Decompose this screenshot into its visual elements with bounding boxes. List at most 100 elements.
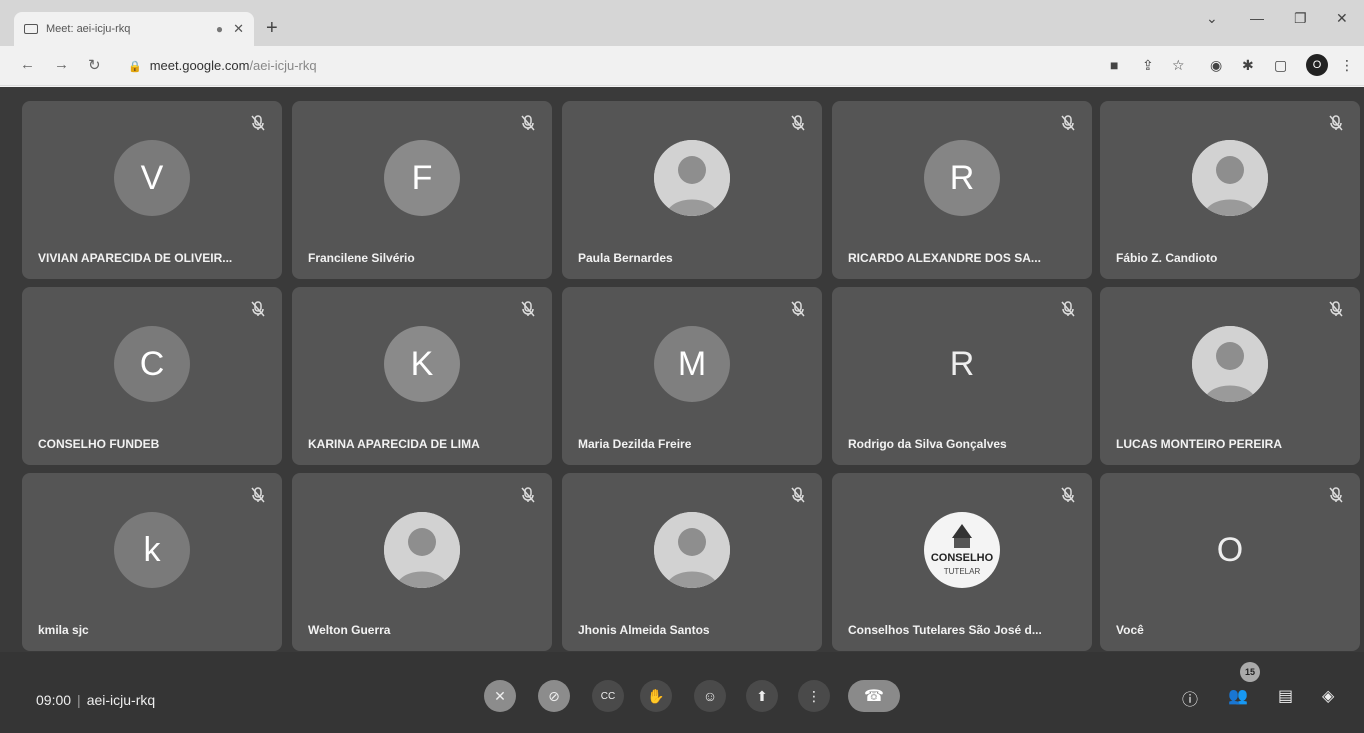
participant-tile[interactable]: R RICARDO ALEXANDRE DOS SA... <box>832 101 1092 279</box>
participant-photo-avatar <box>1192 326 1268 402</box>
raise-hand-button[interactable]: ✋ <box>640 680 672 712</box>
new-tab-button[interactable]: + <box>266 18 278 38</box>
participant-avatar: V <box>114 140 190 216</box>
participant-name: Fábio Z. Candioto <box>1116 251 1218 265</box>
url-host: meet.google.com <box>149 58 250 73</box>
mic-muted-icon <box>1326 113 1346 133</box>
participant-tile[interactable]: K KARINA APARECIDA DE LIMA <box>292 287 552 465</box>
participant-name: KARINA APARECIDA DE LIMA <box>308 437 480 451</box>
mic-muted-icon <box>788 299 808 319</box>
people-icon[interactable]: 👥 <box>1228 686 1248 706</box>
camera-button[interactable]: ⊘ <box>538 680 570 712</box>
phone-hangup-icon: ☎ <box>864 688 884 705</box>
meeting-time: 09:00 <box>36 692 72 708</box>
end-call-button[interactable]: ☎ <box>848 680 900 712</box>
participant-tile[interactable]: O Você <box>1100 473 1360 651</box>
svg-text:TUTELAR: TUTELAR <box>944 567 981 576</box>
activities-icon[interactable]: ◈ <box>1322 686 1334 706</box>
captions-button[interactable]: CC <box>592 680 624 712</box>
browser-tab-bar: Meet: aei-icju-rkq ● ✕ + ⌄ — ❐ ✕ <box>0 0 1364 46</box>
participant-logo-avatar: CONSELHO TUTELAR <box>924 512 1000 588</box>
participant-avatar: R <box>949 344 975 383</box>
present-icon: ⬆ <box>756 687 768 704</box>
meeting-details-icon[interactable]: ⓘ <box>1182 686 1198 710</box>
emoji-icon: ☺ <box>702 688 718 704</box>
participant-tile[interactable]: C CONSELHO FUNDEB <box>22 287 282 465</box>
url-field[interactable]: 🔒 meet.google.com/aei-icju-rkq <box>128 58 317 73</box>
participant-tile[interactable]: k kmila sjc <box>22 473 282 651</box>
back-button[interactable]: ← <box>20 56 35 73</box>
participant-name: VIVIAN APARECIDA DE OLIVEIR... <box>38 251 233 265</box>
participant-name: CONSELHO FUNDEB <box>38 437 160 451</box>
participant-tile[interactable]: Paula Bernardes <box>562 101 822 279</box>
meeting-stage: V VIVIAN APARECIDA DE OLIVEIR... F Francile… <box>0 87 1364 733</box>
mic-muted-icon <box>1326 299 1346 319</box>
extensions-puzzle-icon[interactable]: ✱ <box>1242 57 1254 74</box>
participant-avatar: R <box>924 140 1000 216</box>
participant-tile[interactable]: LUCAS MONTEIRO PEREIRA <box>1100 287 1360 465</box>
close-tab-icon[interactable]: ✕ <box>233 21 244 37</box>
participant-name: Francilene Silvério <box>308 251 415 265</box>
participant-avatar: M <box>654 326 730 402</box>
participant-tile[interactable]: F Francilene Silvério <box>292 101 552 279</box>
participant-avatar: k <box>114 512 190 588</box>
participant-tile[interactable]: R Rodrigo da Silva Gonçalves <box>832 287 1092 465</box>
participant-photo-avatar <box>384 512 460 588</box>
participant-tile[interactable]: V VIVIAN APARECIDA DE OLIVEIR... <box>22 101 282 279</box>
share-icon[interactable]: ⇪ <box>1142 57 1154 74</box>
mic-muted-icon <box>788 485 808 505</box>
participant-name: Maria Dezilda Freire <box>578 437 692 451</box>
browser-menu-icon[interactable]: ⋮ <box>1340 57 1354 74</box>
tab-title: Meet: aei-icju-rkq <box>46 23 131 35</box>
bookmark-star-icon[interactable]: ☆ <box>1172 57 1185 74</box>
mic-muted-icon <box>248 299 268 319</box>
participant-avatar: F <box>384 140 460 216</box>
mic-muted-icon <box>518 485 538 505</box>
participant-tile[interactable]: Welton Guerra <box>292 473 552 651</box>
participant-photo-avatar <box>654 140 730 216</box>
meeting-info-separator: | <box>77 692 81 708</box>
present-button[interactable]: ⬆ <box>746 680 778 712</box>
participant-photo-avatar <box>654 512 730 588</box>
more-options-button[interactable]: ⋮ <box>798 680 830 712</box>
camera-indicator-icon[interactable]: ■ <box>1110 57 1118 73</box>
participant-photo-avatar <box>1192 140 1268 216</box>
participant-tile[interactable]: Fábio Z. Candioto <box>1100 101 1360 279</box>
browser-tab[interactable]: Meet: aei-icju-rkq ● ✕ <box>14 12 254 46</box>
mic-muted-icon <box>518 113 538 133</box>
hand-icon: ✋ <box>647 687 665 704</box>
mic-muted-icon <box>1058 299 1078 319</box>
forward-button[interactable]: → <box>54 56 69 73</box>
more-vert-icon: ⋮ <box>807 687 821 704</box>
mic-muted-icon <box>1326 485 1346 505</box>
mic-button[interactable]: ✕ <box>484 680 516 712</box>
mic-muted-icon <box>1058 113 1078 133</box>
close-window-button[interactable]: ✕ <box>1336 10 1348 27</box>
recording-indicator-icon: ● <box>215 22 224 36</box>
participant-tile[interactable]: CONSELHO TUTELAR Conselhos Tutelares São J… <box>832 473 1092 651</box>
minimize-button[interactable]: — <box>1250 10 1264 26</box>
mic-muted-icon <box>788 113 808 133</box>
tab-search-icon[interactable]: ⌄ <box>1206 10 1218 27</box>
chat-icon[interactable]: ▤ <box>1278 686 1293 706</box>
participant-avatar: K <box>384 326 460 402</box>
extension-icon[interactable]: ◉ <box>1210 57 1222 74</box>
participant-name: LUCAS MONTEIRO PEREIRA <box>1116 437 1283 451</box>
participant-name: Conselhos Tutelares São José d... <box>848 623 1042 637</box>
participant-name: RICARDO ALEXANDRE DOS SA... <box>848 251 1041 265</box>
participant-tile[interactable]: M Maria Dezilda Freire <box>562 287 822 465</box>
address-bar: ← → ↻ 🔒 meet.google.com/aei-icju-rkq ■ ⇪ … <box>0 46 1364 86</box>
meet-favicon-icon <box>24 24 38 34</box>
participant-tile[interactable]: Jhonis Almeida Santos <box>562 473 822 651</box>
side-panel-icon[interactable]: ▢ <box>1274 57 1287 74</box>
participant-name: Você <box>1116 623 1144 637</box>
participant-name: kmila sjc <box>38 623 89 637</box>
reload-button[interactable]: ↻ <box>88 56 101 74</box>
restore-button[interactable]: ❐ <box>1294 10 1307 27</box>
profile-avatar[interactable]: O <box>1306 54 1328 76</box>
svg-text:CONSELHO: CONSELHO <box>931 552 994 564</box>
participant-name: Welton Guerra <box>308 623 391 637</box>
reactions-button[interactable]: ☺ <box>694 680 726 712</box>
participant-name: Jhonis Almeida Santos <box>578 623 710 637</box>
participant-avatar: O <box>1216 530 1244 569</box>
